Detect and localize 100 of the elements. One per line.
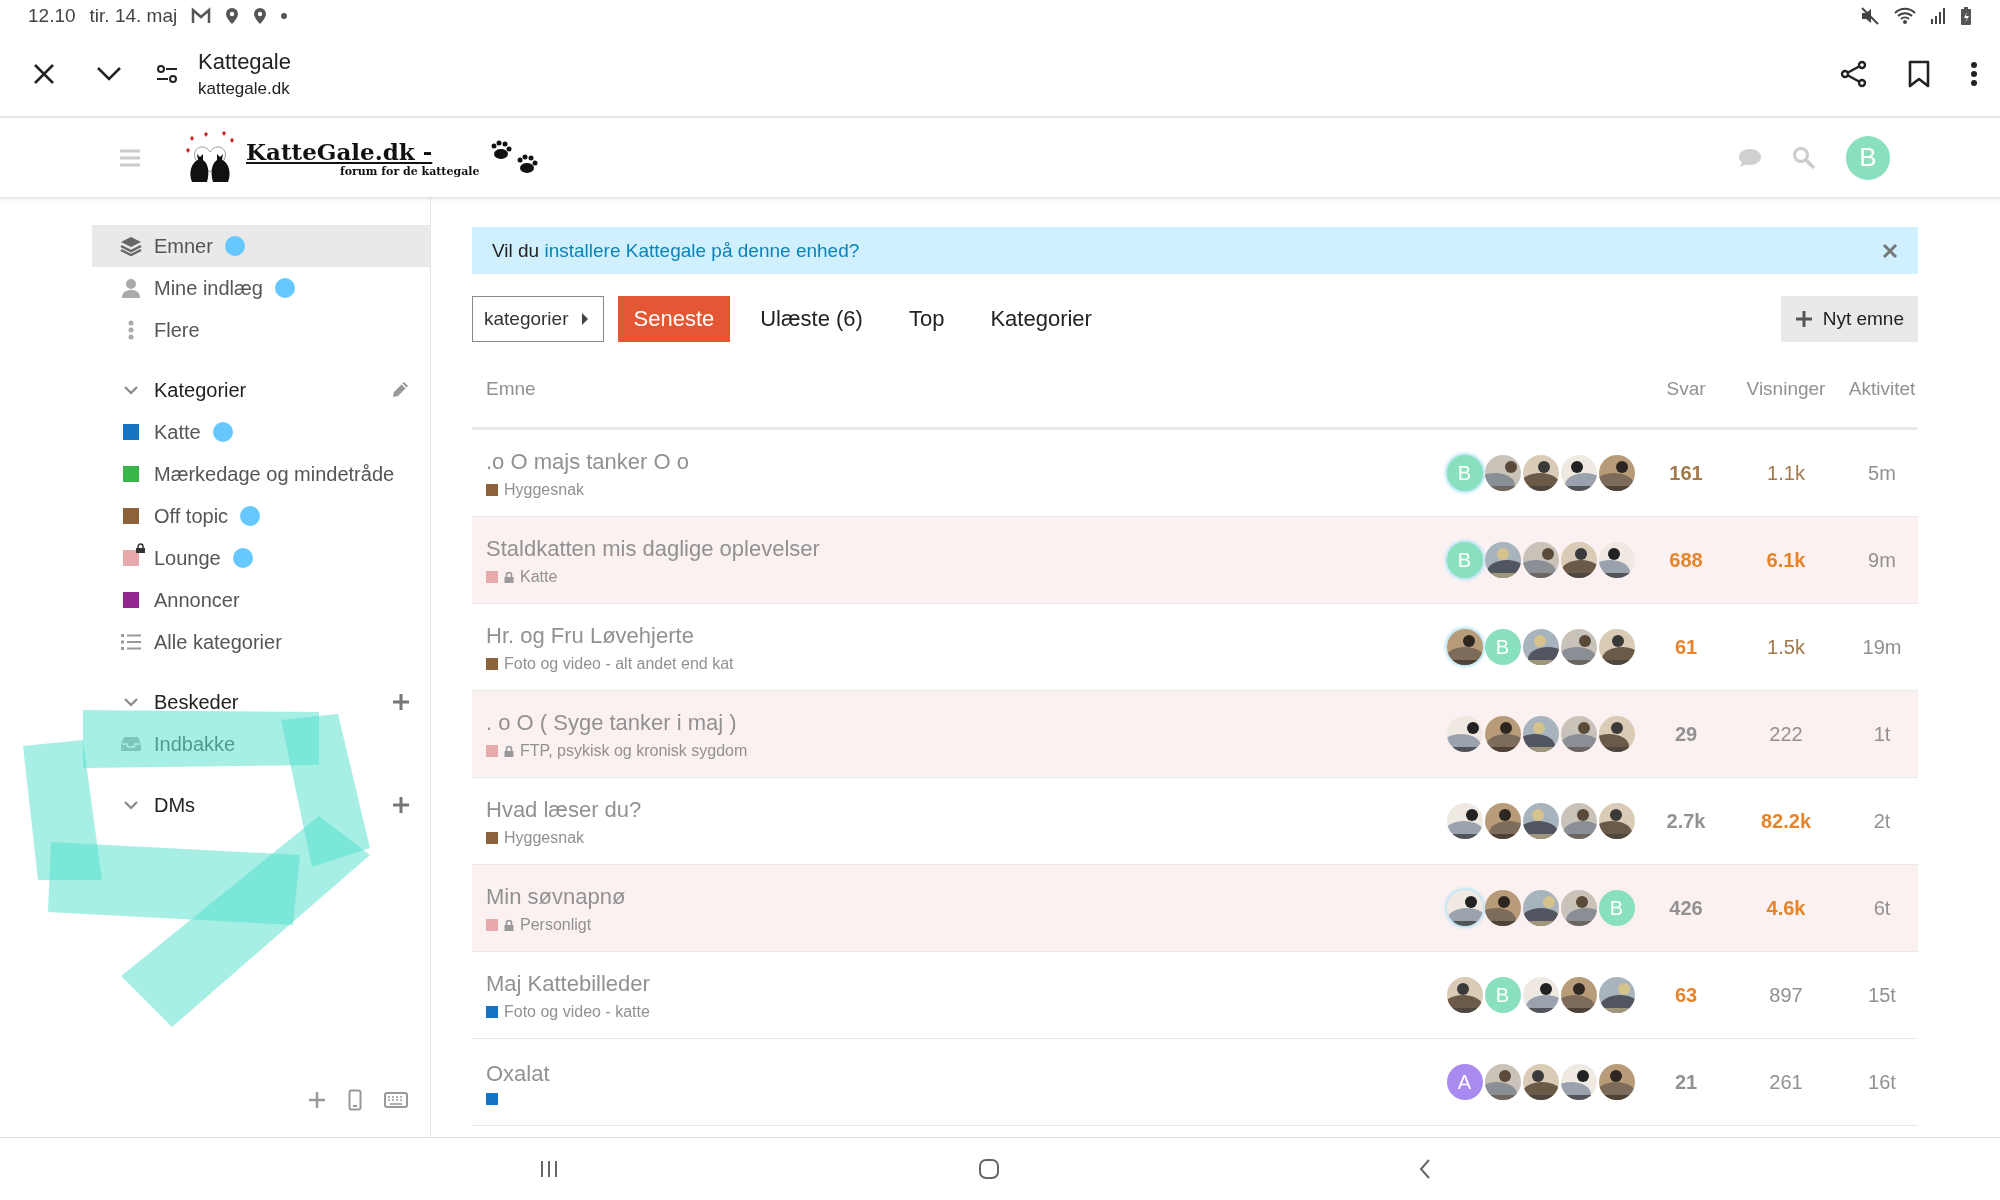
topic-title[interactable]: Hr. og Fru Løvehjerte — [486, 623, 1446, 649]
phone-icon[interactable] — [348, 1089, 362, 1111]
nav-tab[interactable]: Seneste — [617, 296, 731, 342]
recent-apps-icon[interactable] — [539, 1159, 560, 1179]
chevron-down-icon[interactable] — [96, 66, 122, 82]
view-count: 222 — [1768, 722, 1804, 746]
pencil-icon[interactable] — [390, 380, 410, 400]
nav-tab[interactable]: Ulæste (6) — [744, 296, 879, 342]
topic-title[interactable]: Min søvnapnø — [486, 884, 1446, 910]
nav-tab[interactable]: Top — [892, 296, 961, 342]
inbox-icon — [120, 736, 142, 752]
sidebar-item[interactable]: Mine indlæg — [92, 267, 430, 309]
topic-title[interactable]: .o O majs tanker O o — [486, 449, 1446, 475]
category-label[interactable]: FTP, psykisk og kronisk sygdom — [520, 742, 748, 760]
category-label[interactable]: Personligt — [520, 916, 592, 934]
new-topic-button[interactable]: Nyt emne — [1780, 296, 1918, 342]
category-label[interactable]: Foto og video - alt andet end kat — [504, 655, 734, 673]
plus-icon[interactable] — [392, 796, 410, 814]
install-link[interactable]: installere Kattegale på denne enhed? — [544, 239, 860, 261]
activity-time[interactable]: 6t — [1846, 896, 1918, 920]
topic-title[interactable]: Staldkatten mis daglige oplevelser — [486, 536, 1446, 562]
category-label: Katte — [154, 420, 201, 444]
wifi-icon — [1894, 7, 1916, 25]
view-count: 1.5k — [1766, 635, 1806, 659]
category-label[interactable]: Foto og video - katte — [504, 1003, 650, 1021]
view-count: 4.6k — [1765, 896, 1807, 920]
activity-time[interactable]: 5m — [1846, 461, 1918, 485]
reply-count: 29 — [1673, 722, 1699, 746]
column-header[interactable]: Svar — [1646, 369, 1726, 400]
banner-text: Vil du installere Kattegale på denne enhed? — [492, 239, 861, 262]
activity-time[interactable]: 1t — [1846, 722, 1918, 746]
close-icon — [1882, 242, 1898, 259]
category-item[interactable]: Annoncer — [92, 579, 430, 621]
close-button[interactable] — [1882, 242, 1898, 259]
nav-tab[interactable]: Kategorier — [974, 296, 1108, 342]
sidebar-item[interactable]: Emner — [92, 225, 430, 267]
reply-count: 61 — [1673, 635, 1699, 659]
topic-row[interactable]: Oxalat A 21 261 16t — [472, 1039, 1918, 1126]
list-icon — [121, 633, 141, 651]
caret-right-icon — [580, 313, 589, 325]
category-label[interactable]: Hyggesnak — [504, 481, 585, 499]
reply-count: 21 — [1673, 1070, 1699, 1094]
view-count: 897 — [1768, 983, 1804, 1007]
plus-icon[interactable] — [392, 693, 410, 711]
category-label: Annoncer — [154, 588, 240, 612]
topic-row[interactable]: . o O ( Syge tanker i maj ) FTP, psykisk og kronisk sygdom 29 222 1t — [472, 691, 1918, 778]
close-icon[interactable] — [32, 62, 56, 86]
view-count: 6.1k — [1765, 548, 1807, 572]
view-count: 261 — [1768, 1070, 1804, 1094]
category-item[interactable]: Lounge — [92, 537, 430, 579]
topic-row[interactable]: Staldkatten mis daglige oplevelser Katte B 688 6.1k 9m — [472, 517, 1918, 604]
status-time: 12.10 — [28, 5, 76, 27]
sidebar-item[interactable]: Flere — [92, 309, 430, 351]
column-header[interactable]: Emne — [472, 369, 1446, 400]
activity-time[interactable]: 2t — [1846, 809, 1918, 833]
status-date: tir. 14. maj — [89, 5, 178, 27]
section-heading: Kategorier — [154, 378, 248, 402]
category-label: Off topic — [154, 504, 229, 528]
topic-row[interactable]: Maj Kattebilleder Foto og video - katte B 63 897 15t — [472, 952, 1918, 1039]
home-icon[interactable] — [978, 1158, 1000, 1180]
battery-icon — [1960, 6, 1972, 26]
category-item[interactable]: Mærkedage og mindetråde — [92, 453, 430, 495]
column-header[interactable]: Visninger — [1726, 369, 1846, 400]
back-icon[interactable] — [1418, 1158, 1431, 1180]
user-icon — [122, 278, 140, 298]
category-item[interactable]: Katte — [92, 411, 430, 453]
category-dropdown[interactable]: kategorier — [472, 296, 604, 342]
view-count: 1.1k — [1766, 461, 1806, 485]
category-label: Lounge — [154, 546, 221, 570]
more-icon — [128, 320, 134, 340]
plus-icon[interactable] — [308, 1091, 326, 1109]
activity-time[interactable]: 9m — [1846, 548, 1918, 572]
lock-icon — [136, 543, 145, 553]
section-heading: Beskeder — [154, 690, 240, 714]
activity-time[interactable]: 15t — [1846, 983, 1918, 1007]
topic-row[interactable]: Min søvnapnø Personligt B 426 4.6k 6t — [472, 865, 1918, 952]
topic-title[interactable]: . o O ( Syge tanker i maj ) — [486, 710, 1446, 736]
plus-icon — [1794, 310, 1813, 328]
bookmark-icon[interactable] — [1908, 60, 1930, 88]
category-label[interactable]: Katte — [520, 568, 558, 586]
share-icon[interactable] — [1840, 60, 1868, 88]
category-item[interactable]: Off topic — [92, 495, 430, 537]
activity-time[interactable]: 19m — [1846, 635, 1918, 659]
reply-count: 63 — [1673, 983, 1699, 1007]
topic-title[interactable]: Maj Kattebilleder — [486, 971, 1446, 997]
keyboard-icon[interactable] — [384, 1092, 408, 1108]
activity-time[interactable]: 16t — [1846, 1070, 1918, 1094]
column-header[interactable]: Aktivitet — [1846, 369, 1918, 400]
mute-icon — [1860, 7, 1880, 25]
user-avatar[interactable]: A — [1446, 1064, 1483, 1100]
topic-title[interactable]: Oxalat — [486, 1061, 1446, 1087]
topic-title[interactable]: Hvad læser du? — [486, 797, 1446, 823]
more-icon[interactable] — [1970, 61, 1978, 87]
sidebar-item[interactable]: Indbakke — [92, 723, 430, 765]
sidebar-item[interactable]: Alle kategorier — [92, 621, 430, 663]
site-settings-icon[interactable] — [156, 64, 178, 84]
reply-count: 2.7k — [1665, 809, 1707, 833]
category-label[interactable]: Hyggesnak — [504, 829, 585, 847]
sidebar-label: Alle kategorier — [154, 630, 282, 654]
sidebar-label: Indbakke — [154, 732, 236, 756]
